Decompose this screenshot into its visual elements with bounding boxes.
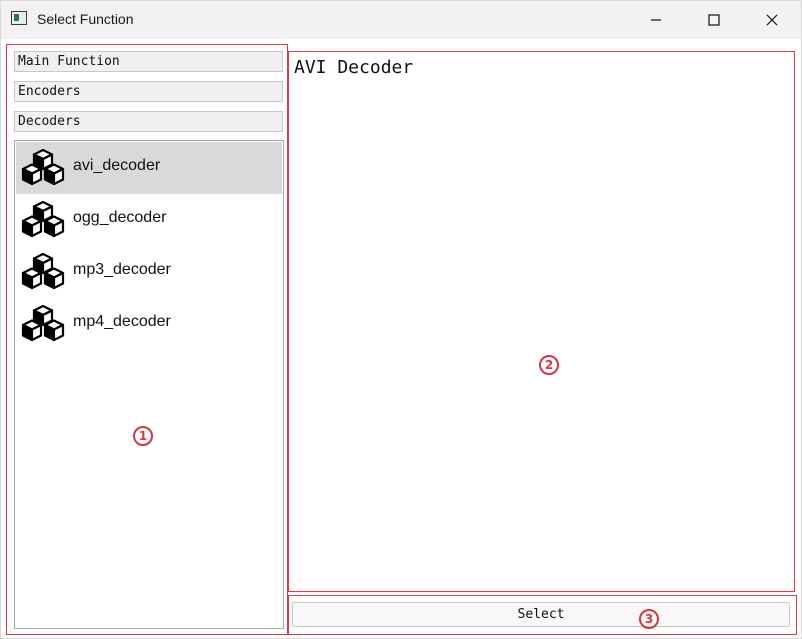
minimize-button[interactable] [627, 1, 685, 39]
list-item-avi-decoder[interactable]: avi_decoder [16, 142, 282, 194]
category-encoders[interactable]: Encoders [14, 81, 283, 102]
maximize-button[interactable] [685, 1, 743, 39]
list-item-label: avi_decoder [73, 157, 161, 174]
function-browser-panel: Main Function Encoders Decoders avi_deco… [6, 44, 288, 635]
maximize-icon [708, 14, 720, 26]
cubes-icon [21, 253, 65, 290]
cubes-icon [21, 149, 65, 186]
title-bar[interactable]: Select Function [1, 1, 801, 39]
close-icon [766, 14, 778, 26]
description-panel: AVI Decoder 2 [288, 51, 795, 592]
cubes-icon [21, 305, 65, 342]
list-item-mp4-decoder[interactable]: mp4_decoder [16, 298, 282, 350]
annotation-badge-2: 2 [539, 355, 559, 375]
annotation-badge-1: 1 [133, 426, 153, 446]
app-icon [11, 11, 27, 25]
select-function-window: Select Function Main Function Encoders D… [0, 0, 802, 639]
function-description: AVI Decoder [294, 57, 414, 78]
minimize-icon [651, 19, 661, 21]
list-item-mp3-decoder[interactable]: mp3_decoder [16, 246, 282, 298]
function-list[interactable]: avi_decoder ogg_decoder mp3_decoder mp4_… [14, 140, 284, 629]
category-main-function[interactable]: Main Function [14, 51, 283, 72]
select-button[interactable]: Select [292, 602, 790, 627]
window-title: Select Function [37, 11, 134, 27]
list-item-label: mp3_decoder [73, 261, 171, 278]
action-panel: Select 3 [288, 595, 797, 635]
category-decoders[interactable]: Decoders [14, 111, 283, 132]
cubes-icon [21, 201, 65, 238]
annotation-badge-3: 3 [639, 609, 659, 629]
list-item-label: ogg_decoder [73, 209, 167, 226]
list-item-ogg-decoder[interactable]: ogg_decoder [16, 194, 282, 246]
list-item-label: mp4_decoder [73, 313, 171, 330]
close-button[interactable] [743, 1, 801, 39]
